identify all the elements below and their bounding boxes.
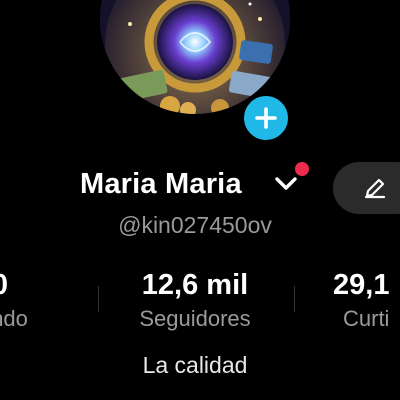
edit-profile-button[interactable] (333, 162, 400, 214)
likes-label: Curti (343, 306, 390, 331)
notification-dot (295, 162, 309, 176)
likes-stat[interactable]: 29,1 Curti (300, 266, 400, 334)
add-story-button[interactable] (240, 92, 292, 144)
name-row: Maria Maria (0, 162, 400, 214)
display-name: Maria Maria (80, 168, 242, 200)
likes-count: 29,1 (333, 269, 390, 301)
pencil-icon (364, 178, 386, 199)
followers-stat[interactable]: 12,6 mil Seguidores (95, 266, 295, 334)
chevron-down-icon (275, 177, 297, 190)
profile-bio: La calidad (142, 352, 248, 378)
plus-icon (255, 107, 277, 129)
following-count: 0 (0, 266, 105, 304)
followers-count: 12,6 mil (141, 269, 249, 301)
account-switcher-button[interactable] (274, 174, 298, 199)
following-label: uindo (0, 306, 28, 331)
username: @kin027450ov (118, 212, 272, 238)
profile-screen: Maria Maria @kin027450ov 0 uindo 12,6 mi… (0, 0, 400, 400)
stat-divider (294, 286, 295, 312)
following-stat[interactable]: 0 uindo (0, 266, 105, 334)
followers-label: Seguidores (139, 306, 251, 331)
